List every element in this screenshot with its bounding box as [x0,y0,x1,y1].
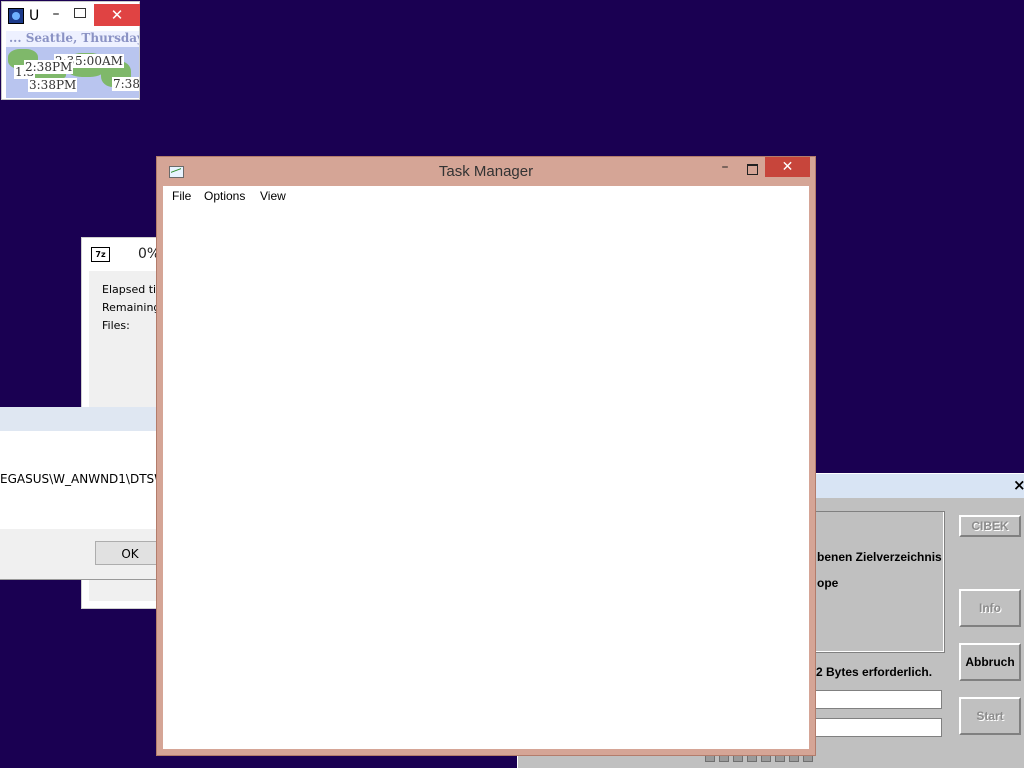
files-label: Files: [102,319,130,332]
world-clock-window[interactable]: U – ✕ ... Seattle, Thursday 1:3 2:38PM 2… [1,1,140,100]
world-clock-title: U [29,8,40,24]
close-icon[interactable]: × [1013,476,1024,494]
menu-view[interactable]: View [260,189,286,203]
menu-bar: File Options View [163,186,809,206]
menu-options[interactable]: Options [204,189,245,203]
task-manager-window[interactable]: Task Manager – ✕ File Options View [156,156,816,756]
clock-time-label: 7:38 [112,77,139,91]
bytes-required-text: 2 Bytes erforderlich. [816,665,933,679]
task-manager-client-area: File Options View [163,186,809,749]
ok-button[interactable]: OK [95,541,165,565]
7zip-icon: 7z [91,247,110,262]
world-map: ... Seattle, Thursday 1:3 2:38PM 2:38PM … [6,31,139,98]
menu-file[interactable]: File [172,189,191,203]
world-clock-app-icon [8,8,24,24]
message-box-titlebar[interactable] [0,407,156,431]
minimize-icon[interactable]: – [48,6,64,22]
world-clock-header: ... Seattle, Thursday [6,31,139,47]
minimize-icon[interactable]: – [719,159,731,175]
clock-time-label: 5:00AM [74,54,124,68]
maximize-icon[interactable] [74,8,86,18]
scope-text: ope [817,576,839,590]
start-button[interactable]: Start [959,697,1021,735]
close-button[interactable]: ✕ [765,157,810,177]
message-box-window[interactable]: EGASUS\W_ANWND1\DTSW OK [0,407,166,580]
clock-time-label: 3:38PM [28,78,78,92]
message-text: EGASUS\W_ANWND1\DTSW [0,472,167,486]
info-button[interactable]: Info [959,589,1021,627]
task-manager-icon [169,166,184,178]
task-manager-title: Task Manager [438,163,534,180]
target-directory-text: benen Zielverzeichnis [817,550,942,564]
cibek-button[interactable]: CIBEK [959,515,1021,537]
close-button[interactable]: ✕ [94,4,140,26]
maximize-icon[interactable] [747,164,758,175]
clock-time-label: 2:38PM [24,60,74,74]
abbruch-button[interactable]: Abbruch [959,643,1021,681]
world-clock-titlebar[interactable]: U – ✕ [2,2,140,30]
